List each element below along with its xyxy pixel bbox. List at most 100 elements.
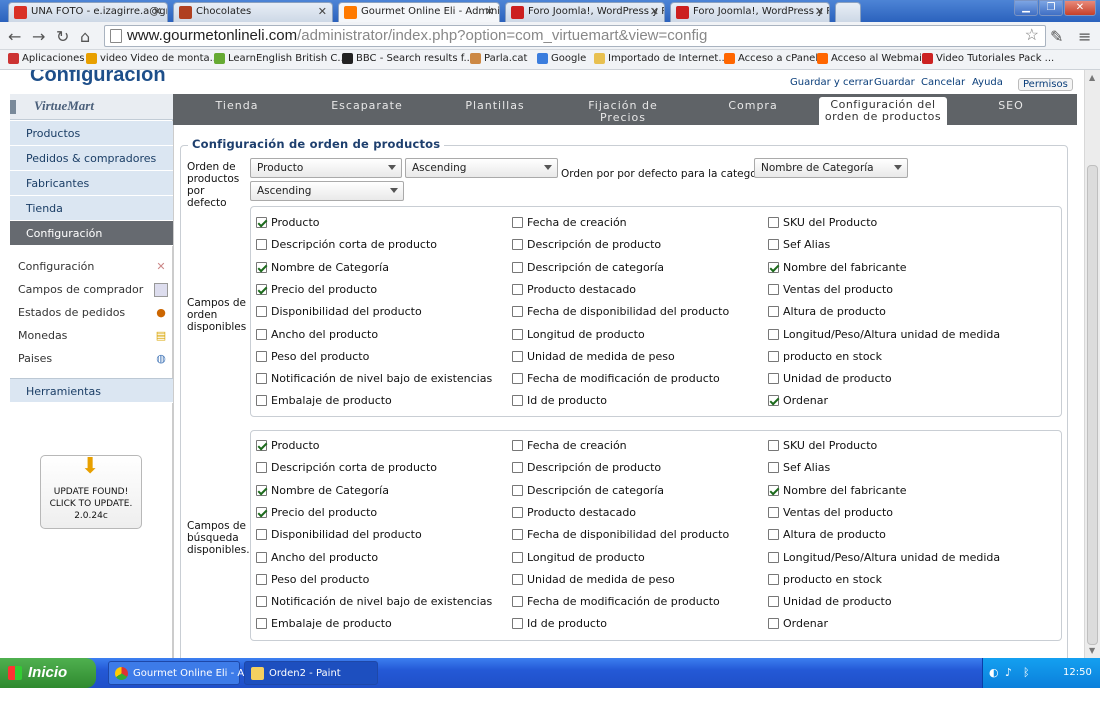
field-checkbox[interactable]: Longitud de producto <box>512 328 645 341</box>
submenu-paises[interactable]: Paises ◍ <box>18 352 168 372</box>
reload-icon[interactable]: ↻ <box>56 27 69 46</box>
checkbox-unchecked[interactable] <box>768 373 779 385</box>
bookmark-item[interactable]: LearnEnglish British C... <box>214 53 347 64</box>
new-tab-button[interactable] <box>835 2 861 22</box>
checkbox-unchecked[interactable] <box>768 462 779 474</box>
checkbox-unchecked[interactable] <box>512 395 523 407</box>
field-checkbox[interactable]: Descripción corta de producto <box>256 461 437 474</box>
field-checkbox[interactable]: Peso del producto <box>256 573 369 586</box>
close-tab-icon[interactable]: ✕ <box>650 5 659 18</box>
volume-icon[interactable]: ♪ <box>1005 666 1012 679</box>
bookmark-item[interactable]: Aplicaciones <box>8 53 84 64</box>
forward-icon[interactable]: → <box>32 27 45 46</box>
field-checkbox[interactable]: Notificación de nivel bajo de existencia… <box>256 372 492 385</box>
checkbox-unchecked[interactable] <box>512 373 523 385</box>
menu-item-productos[interactable]: Productos <box>10 121 173 146</box>
checkbox-unchecked[interactable] <box>512 573 523 585</box>
save-close-button[interactable]: Guardar y cerrar <box>790 77 873 88</box>
field-checkbox[interactable]: Longitud de producto <box>512 551 645 564</box>
field-checkbox[interactable]: Sef Alias <box>768 238 830 251</box>
back-icon[interactable]: ← <box>8 27 21 46</box>
field-checkbox[interactable]: Nombre del fabricante <box>768 484 907 497</box>
bookmark-item[interactable]: Acceso al Webmail <box>817 53 925 64</box>
taskbar-chrome[interactable]: Gourmet Online Eli - A... <box>108 661 254 685</box>
default-order-direction-select[interactable]: Ascending <box>405 158 558 178</box>
submenu-monedas[interactable]: Monedas ▤ <box>18 329 168 349</box>
checkbox-unchecked[interactable] <box>256 573 267 585</box>
checkbox-unchecked[interactable] <box>768 529 779 541</box>
field-checkbox[interactable]: Fecha de disponibilidad del producto <box>512 528 729 541</box>
bookmark-item[interactable]: Acceso a cPanel <box>724 53 818 64</box>
checkbox-unchecked[interactable] <box>512 283 523 295</box>
field-checkbox[interactable]: Fecha de modificación de producto <box>512 595 720 608</box>
scrollbar-thumb[interactable] <box>1087 165 1098 645</box>
checkbox-unchecked[interactable] <box>512 217 523 228</box>
field-checkbox[interactable]: Descripción corta de producto <box>256 238 437 251</box>
bookmark-folder[interactable]: Importado de Internet... <box>594 53 728 64</box>
checkbox-unchecked[interactable] <box>512 462 523 474</box>
checkbox-checked[interactable] <box>256 217 267 228</box>
field-checkbox[interactable]: Altura de producto <box>768 305 886 318</box>
tab-orden-productos[interactable]: Configuración del orden de productos <box>819 97 947 125</box>
field-checkbox[interactable]: Disponibilidad del producto <box>256 528 422 541</box>
field-checkbox[interactable]: Fecha de disponibilidad del producto <box>512 305 729 318</box>
field-checkbox[interactable]: SKU del Producto <box>768 216 877 229</box>
field-checkbox[interactable]: Embalaje de producto <box>256 394 392 407</box>
submenu-estados-pedidos[interactable]: Estados de pedidos ● <box>18 306 168 326</box>
checkbox-checked[interactable] <box>256 484 267 496</box>
checkbox-checked[interactable] <box>256 283 267 295</box>
address-bar[interactable]: www.gourmetonlineli.com/administrator/in… <box>104 25 1046 47</box>
checkbox-unchecked[interactable] <box>768 551 779 563</box>
field-checkbox[interactable]: producto en stock <box>768 573 882 586</box>
tab-escaparate[interactable]: Escaparate <box>317 97 417 125</box>
checkbox-unchecked[interactable] <box>768 239 779 251</box>
checkbox-unchecked[interactable] <box>256 239 267 251</box>
network-icon[interactable]: ◐ <box>989 666 999 679</box>
start-button[interactable]: Inicio <box>0 658 96 688</box>
taskbar-paint[interactable]: Orden2 - Paint <box>244 661 378 685</box>
field-checkbox[interactable]: Unidad de producto <box>768 595 892 608</box>
field-checkbox[interactable]: Descripción de categoría <box>512 261 664 274</box>
checkbox-unchecked[interactable] <box>256 462 267 474</box>
checkbox-unchecked[interactable] <box>512 261 523 273</box>
checkbox-checked[interactable] <box>256 506 267 518</box>
submenu-campos-comprador[interactable]: Campos de comprador <box>18 283 168 303</box>
category-order-field-select[interactable]: Nombre de Categoría <box>754 158 908 178</box>
checkbox-checked[interactable] <box>768 484 779 496</box>
close-tab-icon[interactable]: ✕ <box>815 5 824 18</box>
checkbox-unchecked[interactable] <box>768 306 779 318</box>
checkbox-unchecked[interactable] <box>512 239 523 251</box>
menu-item-configuracion[interactable]: Configuración <box>10 221 173 246</box>
minimize-button[interactable]: ▁ <box>1014 0 1038 16</box>
menu-icon[interactable]: ≡ <box>1078 27 1091 46</box>
menu-item-tienda[interactable]: Tienda <box>10 196 173 221</box>
field-checkbox[interactable]: Precio del producto <box>256 506 377 519</box>
checkbox-checked[interactable] <box>256 440 267 451</box>
browser-tab[interactable]: Chocolates ✕ <box>173 2 333 22</box>
checkbox-unchecked[interactable] <box>512 328 523 340</box>
field-checkbox[interactable]: Fecha de modificación de producto <box>512 372 720 385</box>
checkbox-unchecked[interactable] <box>768 506 779 518</box>
checkbox-unchecked[interactable] <box>512 529 523 541</box>
field-checkbox[interactable]: Peso del producto <box>256 350 369 363</box>
default-order-field-select[interactable]: Producto <box>250 158 402 178</box>
checkbox-unchecked[interactable] <box>768 573 779 585</box>
save-button[interactable]: Guardar <box>874 77 915 88</box>
checkbox-unchecked[interactable] <box>256 373 267 385</box>
bookmark-item[interactable]: Parla.cat <box>470 53 527 64</box>
field-checkbox[interactable]: Fecha de creación <box>512 216 627 229</box>
field-checkbox[interactable]: producto en stock <box>768 350 882 363</box>
help-button[interactable]: Ayuda <box>972 77 1003 88</box>
field-checkbox[interactable]: Precio del producto <box>256 283 377 296</box>
field-checkbox[interactable]: Producto <box>256 439 320 452</box>
close-window-button[interactable]: ✕ <box>1064 0 1096 16</box>
field-checkbox[interactable]: Nombre de Categoría <box>256 261 389 274</box>
checkbox-checked[interactable] <box>768 261 779 273</box>
field-checkbox[interactable]: Id de producto <box>512 617 607 630</box>
browser-tab[interactable]: UNA FOTO - e.izagirre.a@gm ✕ <box>8 2 168 22</box>
field-checkbox[interactable]: Fecha de creación <box>512 439 627 452</box>
category-order-direction-select[interactable]: Ascending <box>250 181 404 201</box>
bookmark-item[interactable]: BBC - Search results f... <box>342 53 473 64</box>
checkbox-unchecked[interactable] <box>256 306 267 318</box>
checkbox-unchecked[interactable] <box>256 618 267 630</box>
